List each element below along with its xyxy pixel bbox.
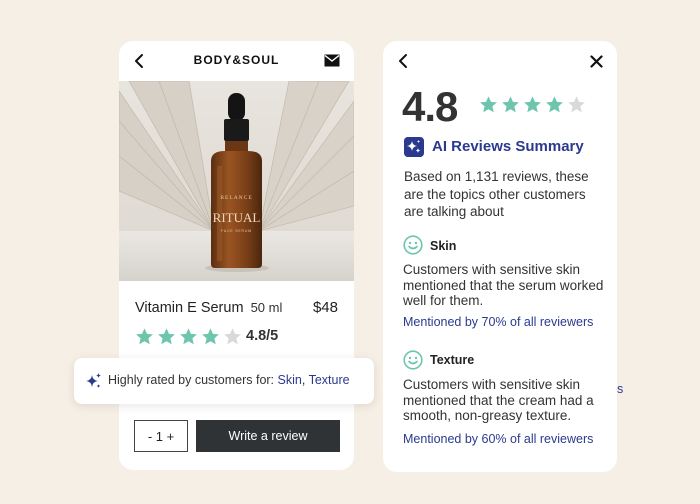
- back-arrow-icon[interactable]: [396, 52, 410, 70]
- brand-logo[interactable]: BODY&SOUL: [119, 53, 354, 67]
- close-icon[interactable]: [590, 55, 603, 68]
- tag-texture[interactable]: Texture: [309, 373, 350, 387]
- sparkle-icon: [86, 373, 101, 388]
- star-empty-icon: [224, 328, 241, 345]
- smiley-face-icon: [403, 235, 423, 255]
- bottle-brand: RELANCE: [220, 195, 252, 201]
- topic-description: Customers with sensitive skin mentioned …: [403, 377, 594, 423]
- topic-description: Customers with sensitive skin mentioned …: [403, 262, 604, 308]
- topic-mention[interactable]: Mentioned by 70% of all reviewers: [403, 315, 593, 329]
- product-rating-value: 4.8/5: [246, 328, 279, 344]
- product-price: $48: [312, 299, 338, 316]
- star-empty-icon: [568, 96, 585, 113]
- overall-rating: 4.8: [402, 83, 458, 130]
- star-icon: [158, 328, 175, 345]
- quantity-stepper[interactable]: - 1 +: [134, 420, 188, 452]
- tag-skin[interactable]: Skin: [278, 373, 302, 387]
- topic-name: Texture: [430, 353, 475, 367]
- background-text-fragment: s: [617, 382, 624, 396]
- topic-name: Skin: [430, 239, 457, 253]
- star-icon: [546, 96, 563, 113]
- bottle-subtitle: FACE SERUM: [221, 229, 252, 233]
- star-icon: [136, 328, 153, 345]
- product-name: Vitamin E Serum 50 ml: [135, 300, 283, 316]
- product-size: 50 ml: [250, 300, 283, 315]
- star-icon: [524, 96, 541, 113]
- ai-sparkle-icon: [404, 137, 424, 157]
- summary-intro: Based on 1,131 reviews, these are the to…: [404, 169, 589, 219]
- mail-icon[interactable]: [324, 54, 340, 67]
- star-icon: [480, 96, 497, 113]
- product-header: BODY&SOUL: [119, 41, 354, 81]
- star-icon: [202, 328, 219, 345]
- topic-mention[interactable]: Mentioned by 60% of all reviewers: [403, 432, 593, 446]
- product-card: BODY&SOUL RELANCE RITUAL FACE SERUM Vita…: [119, 41, 354, 470]
- star-icon: [502, 96, 519, 113]
- smiley-face-icon: [403, 350, 423, 370]
- ai-summary-title: AI Reviews Summary: [432, 138, 584, 155]
- product-image: RELANCE RITUAL FACE SERUM: [119, 81, 354, 281]
- write-review-button[interactable]: Write a review: [196, 420, 340, 452]
- bottle-label: RITUAL: [213, 210, 261, 225]
- highly-rated-highlight: Highly rated by customers for: Skin, Tex…: [74, 358, 374, 404]
- summary-star-rating: [479, 95, 586, 114]
- star-icon: [180, 328, 197, 345]
- product-star-rating: [135, 327, 242, 346]
- highlight-text: Highly rated by customers for: Skin, Tex…: [108, 373, 350, 387]
- ai-summary-card: 4.8 AI Reviews Summary Based on 1,131 re…: [383, 41, 617, 472]
